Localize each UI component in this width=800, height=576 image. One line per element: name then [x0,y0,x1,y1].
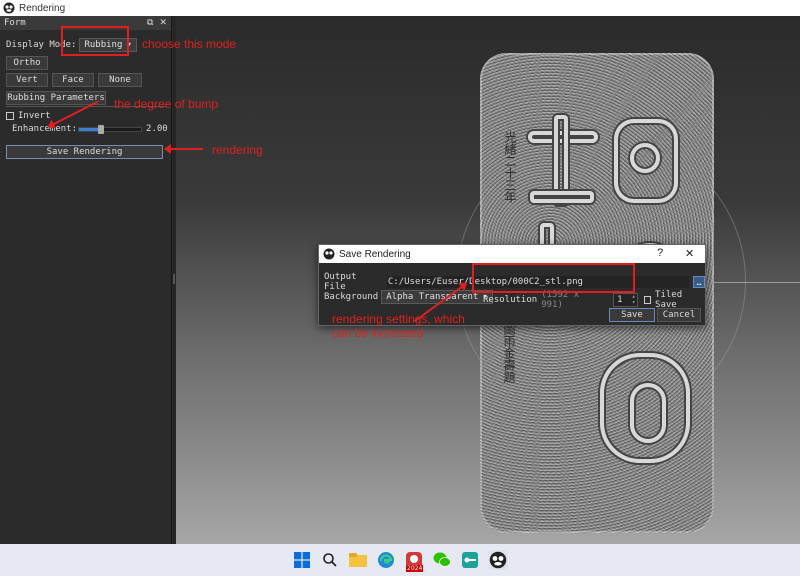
tiled-save-label: Tiled Save [655,290,683,310]
annotation-choose-mode: choose this mode [142,37,237,51]
help-icon[interactable]: ? [657,247,663,259]
inscription-col1: 光緒二十三年 [503,131,517,203]
ortho-label: Ortho [13,58,41,68]
inscription-small-column: 光緒二十三年 [502,131,517,203]
rubbing-parameters-label: Rubbing Parameters [7,93,105,103]
annotation-rendering: rendering [212,143,263,157]
enhancement-slider-handle[interactable] [97,124,104,134]
vert-label: Vert [16,75,38,85]
workspace: 光緒二十三年 圖雨金壽題 Form ⧉ ✕ Display Mode: Rubb… [0,16,800,544]
vert-button[interactable]: Vert [6,73,48,87]
seal-glyph-5 [630,143,660,173]
seal-glyph-3 [530,191,594,203]
window-title: Rendering [19,2,66,14]
none-label: None [109,75,131,85]
face-button[interactable]: Face [52,73,94,87]
seal-glyph-9 [630,383,666,443]
face-label: Face [62,75,84,85]
float-icon[interactable]: ⧉ [147,18,153,28]
folder-browse-icon[interactable]: … [693,276,705,288]
dialog-titlebar: Save Rendering ? ✕ [319,245,705,263]
dialog-save-label: Save [621,310,643,320]
rendering-app-icon[interactable] [488,550,508,570]
annotation-box-resolution [472,263,635,293]
scale-value: 1 [617,295,623,305]
background-row: Background Alpha Transparent ▾ [324,290,493,304]
background-label: Background [324,292,379,302]
output-file-label: Output File [324,272,357,292]
annotation-bump: the degree of bump [114,97,219,111]
tiled-save-checkbox[interactable] [643,296,652,304]
windows-start-icon[interactable] [292,550,312,570]
invert-label: Invert [18,111,51,121]
annotation-settings-line2: can be increased [332,326,424,340]
annotation-settings-line1: rendering settings, which [332,312,465,326]
invert-row[interactable]: Invert [6,111,51,121]
panel-splitter[interactable] [172,16,176,544]
resolution-label: Resolution [483,295,538,305]
dialog-cancel-button[interactable]: Cancel [657,308,701,322]
close-icon[interactable]: ✕ [685,247,694,260]
inscription-small-column-2: 圖雨金壽題 [502,323,516,386]
close-icon[interactable]: ✕ [159,18,167,28]
search-icon[interactable] [320,550,340,570]
taskbar: 2024 [0,544,800,576]
form-panel: Form ⧉ ✕ Display Mode: Rubbing ▾ Ortho V… [0,16,172,544]
enhancement-value: 2.00 [146,124,168,134]
window-titlebar: Rendering [0,0,800,16]
wechat-icon[interactable] [432,550,452,570]
save-rendering-button[interactable]: Save Rendering [6,145,163,159]
app-icon [3,2,15,14]
dialog-title: Save Rendering [339,248,411,260]
spin-arrows-icon[interactable]: ▴ ▾ [632,294,636,306]
panel-title: Form [4,18,26,28]
file-explorer-icon[interactable] [348,550,368,570]
resolution-value: (1592 x 991) [541,290,580,310]
inscription-col2: 圖雨金壽題 [502,323,516,383]
background-value: Alpha Transparent [386,292,479,302]
scale-spinbox[interactable]: 1 ▴ ▾ [613,293,638,307]
edge-browser-icon[interactable] [376,550,396,570]
enhancement-label: Enhancement: [12,124,78,134]
key-app-icon[interactable] [460,550,480,570]
app-icon [323,248,335,260]
enhancement-row: Enhancement: 2.00 [12,124,168,134]
axis-line [706,282,800,283]
none-button[interactable]: None [98,73,142,87]
invert-checkbox[interactable] [6,112,14,120]
annotation-box-mode [61,26,129,56]
enhancement-slider[interactable] [78,124,143,134]
splitter-grip [173,274,175,284]
annotation-arrow-rendering [164,144,203,154]
qq-badge: 2024 [406,565,424,572]
dialog-cancel-label: Cancel [662,310,696,320]
dialog-save-button[interactable]: Save [609,308,655,322]
resolution-row: Resolution (1592 x 991) 1 ▴ ▾ Tiled Save [483,290,705,310]
save-rendering-label: Save Rendering [46,147,123,157]
ortho-button[interactable]: Ortho [6,56,48,70]
qq-app-icon[interactable]: 2024 [404,550,424,572]
